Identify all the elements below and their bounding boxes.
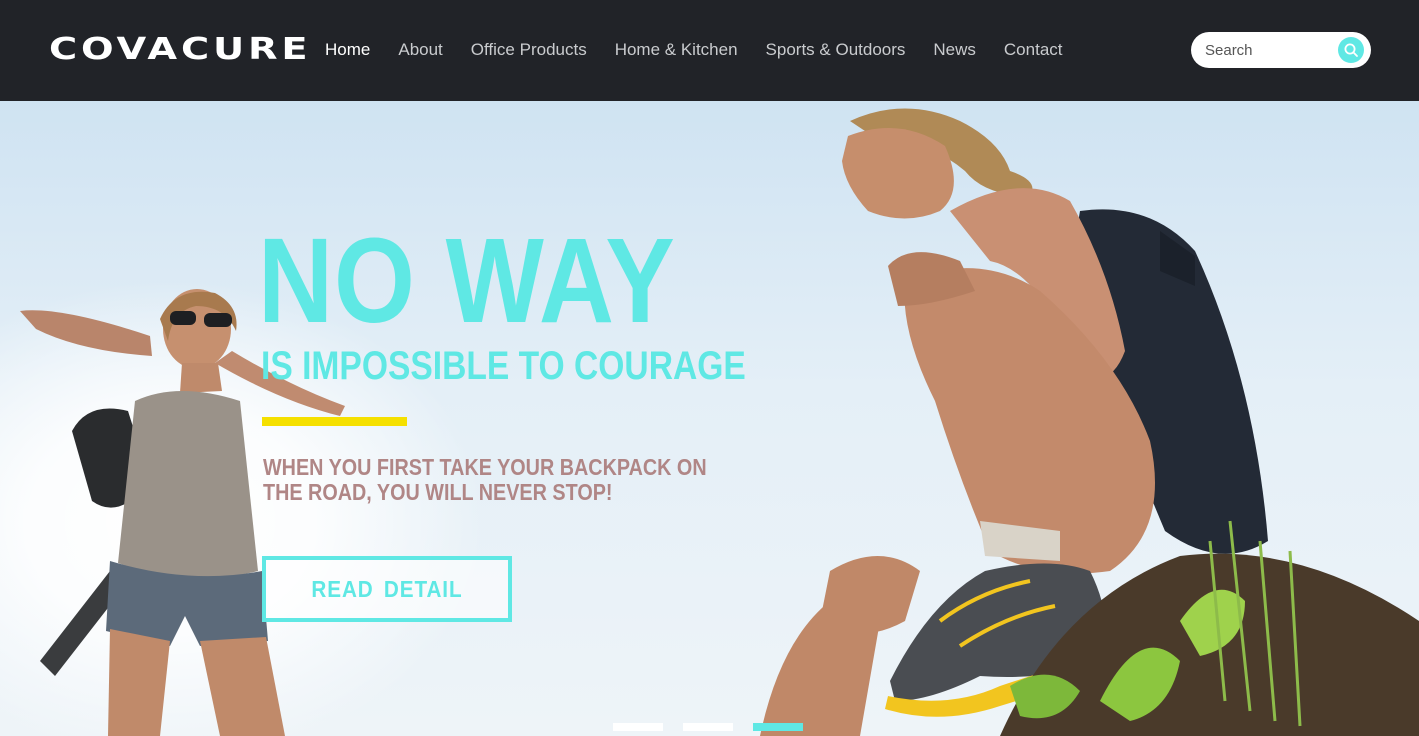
nav-item-home-kitchen[interactable]: Home & Kitchen [601,38,752,64]
slide-dot-2[interactable] [683,723,733,731]
search-input[interactable] [1205,40,1331,60]
search-box [1191,32,1371,68]
nav-item-home[interactable]: Home [311,38,384,64]
read-detail-label: READ DETAIL [311,575,463,602]
slide-dot-1[interactable] [613,723,663,731]
headline-divider [262,417,407,426]
nav-item-contact[interactable]: Contact [990,38,1077,64]
slider-pagination [613,723,823,731]
hero-headline: NO WAY [258,212,676,348]
nav-item-office-products[interactable]: Office Products [457,38,601,64]
top-navigation-bar: COVACURE Home About Office Products Home… [0,0,1419,101]
site-logo[interactable]: COVACURE [49,32,312,68]
nav-item-news[interactable]: News [919,38,990,64]
search-icon [1344,43,1358,57]
hero-background-photo [20,108,1419,736]
hero-tagline: WHEN YOU FIRST TAKE YOUR BACKPACK ON THE… [263,454,707,505]
nav-item-sports-outdoors[interactable]: Sports & Outdoors [752,38,920,64]
read-detail-button[interactable]: READ DETAIL [262,556,512,622]
hero-subheadline: IS IMPOSSIBLE TO COURAGE [261,344,746,388]
hero-banner: NO WAY IS IMPOSSIBLE TO COURAGE WHEN YOU… [0,101,1419,736]
slide-dot-3[interactable] [753,723,803,731]
main-nav: Home About Office Products Home & Kitche… [311,38,1077,64]
nav-item-about[interactable]: About [384,38,456,64]
search-button[interactable] [1338,37,1364,63]
hiker-right-illustration [760,108,1419,736]
